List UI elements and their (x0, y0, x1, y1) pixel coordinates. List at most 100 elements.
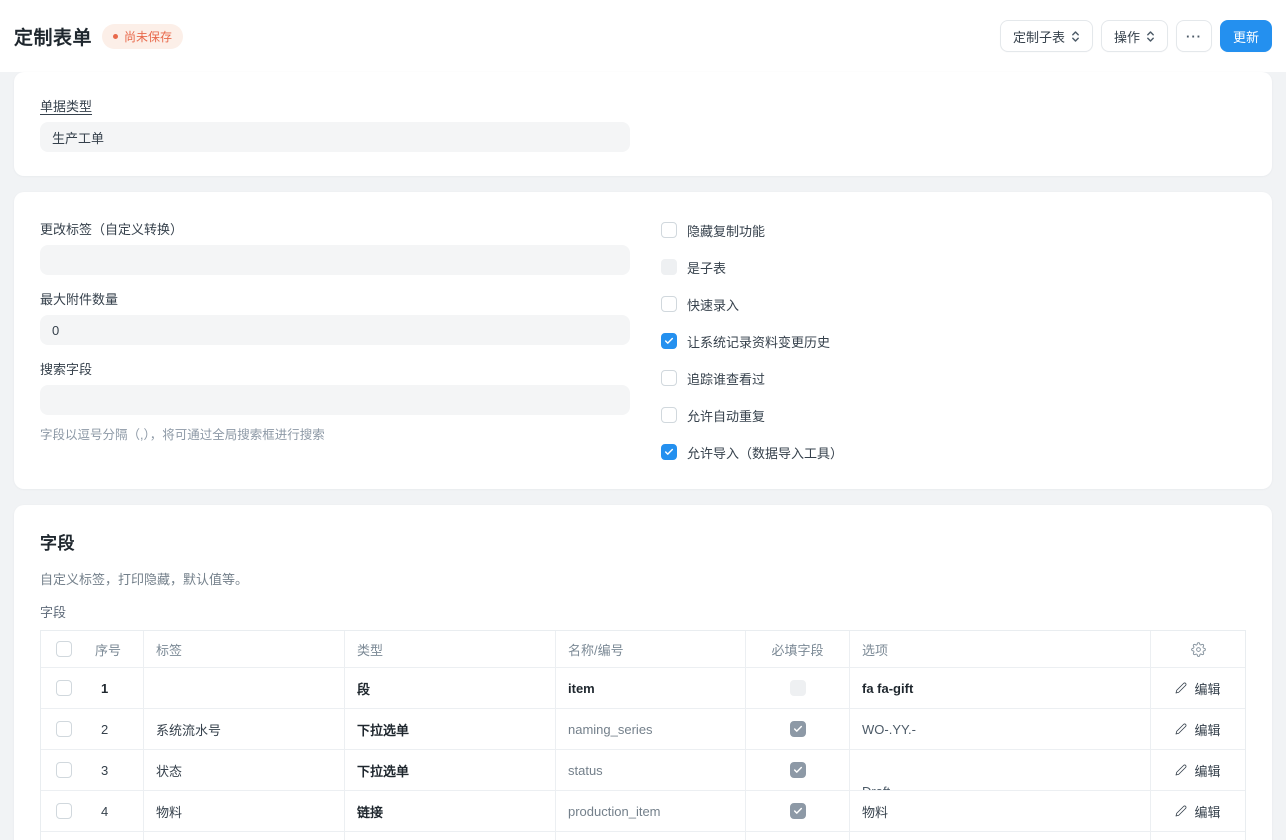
change-label-label: 更改标签（自定义转换） (40, 222, 184, 237)
table-settings-cell (1151, 631, 1245, 667)
row-checkbox[interactable] (56, 680, 72, 696)
table-header-row: 序号 标签 类型 名称/编号 必填字段 选项 (41, 631, 1245, 667)
table-row[interactable]: 2 系统流水号 下拉选单 naming_series WO-.YY.- 编辑 (41, 708, 1245, 749)
checkbox-label: 允许自动重复 (687, 408, 766, 424)
row-index: 3 (87, 750, 144, 790)
checkbox-label: 允许导入（数据导入工具） (687, 445, 844, 461)
field-type-cell: 数据 (345, 832, 556, 840)
checkbox-row-track-changes[interactable]: 让系统记录资料变更历史 (661, 331, 843, 351)
row-index: 2 (87, 709, 144, 749)
required-checkbox (789, 762, 806, 778)
row-checkbox[interactable] (56, 721, 72, 737)
ellipsis-icon: ··· (1185, 28, 1202, 44)
search-fields-input[interactable] (40, 385, 630, 415)
field-options-cell (850, 832, 1151, 840)
edit-row-button[interactable]: 编辑 (1175, 761, 1221, 780)
field-name-cell: item_name (556, 832, 746, 840)
column-header-no: 序号 (87, 631, 144, 667)
max-attachments-label: 最大附件数量 (40, 292, 119, 307)
fields-section-subtitle: 自定义标签，打印隐藏，默认值等。 (40, 572, 249, 587)
field-options-text: Draft (862, 784, 890, 790)
column-header-options: 选项 (850, 631, 1151, 667)
checkbox-icon[interactable] (661, 370, 677, 386)
field-name-cell: item (556, 668, 746, 708)
checkbox-row-quick-entry[interactable]: 快速录入 (661, 294, 843, 314)
chevron-up-down-icon (1146, 30, 1155, 43)
checkbox-row-allow-auto-repeat[interactable]: 允许自动重复 (661, 405, 843, 425)
table-row[interactable]: 4 物料 链接 production_item 物料 编辑 (41, 790, 1245, 831)
customize-child-table-button[interactable]: 定制子表 (999, 20, 1093, 52)
field-type-cell: 段 (345, 668, 556, 708)
checkbox-icon[interactable] (661, 296, 677, 312)
checkbox-icon[interactable] (661, 407, 677, 423)
pencil-icon (1175, 723, 1187, 735)
unsaved-status-badge: 尚未保存 (102, 23, 184, 49)
table-row[interactable]: 3 状态 下拉选单 status Draft 编辑 (41, 749, 1245, 790)
pencil-icon (1175, 764, 1187, 776)
checkbox-row-is-child-table[interactable]: 是子表 (661, 257, 843, 277)
field-type-cell: 下拉选单 (345, 750, 556, 790)
row-index: 4 (87, 791, 144, 831)
more-menu-button[interactable]: ··· (1175, 20, 1212, 52)
edit-row-button[interactable]: 编辑 (1175, 802, 1221, 821)
update-button[interactable]: 更新 (1219, 20, 1272, 52)
checkbox-row-track-views[interactable]: 追踪谁查看过 (661, 368, 843, 388)
checkbox-label: 追踪谁查看过 (687, 371, 766, 387)
change-label-input[interactable] (40, 245, 630, 275)
checkbox-label: 让系统记录资料变更历史 (687, 334, 831, 350)
checkbox-row-hide-copy[interactable]: 隐藏复制功能 (661, 220, 843, 240)
checkbox-icon[interactable] (661, 222, 677, 238)
edit-label: 编辑 (1194, 722, 1221, 738)
field-label-cell: 系统流水号 (144, 709, 345, 749)
actions-button[interactable]: 操作 (1100, 20, 1168, 52)
row-index: 1 (87, 668, 144, 708)
checkbox-row-allow-import[interactable]: 允许导入（数据导入工具） (661, 442, 843, 462)
edit-label: 编辑 (1194, 804, 1221, 820)
checkbox-icon[interactable] (661, 444, 677, 460)
max-attachments-input[interactable] (40, 315, 630, 345)
checkbox-label: 隐藏复制功能 (687, 223, 766, 239)
checkbox-icon[interactable] (661, 333, 677, 349)
doctype-card: 单据类型 (14, 72, 1272, 176)
required-checkbox (789, 680, 806, 696)
required-checkbox (789, 803, 806, 819)
required-checkbox (789, 721, 806, 737)
row-checkbox[interactable] (56, 762, 72, 778)
field-options-cell: Draft (850, 750, 1151, 790)
select-all-checkbox[interactable] (56, 641, 72, 657)
row-checkbox[interactable] (56, 803, 72, 819)
table-row[interactable]: 5 物料名称 数据 item_name 编辑 (41, 831, 1245, 840)
fields-table-label: 字段 (40, 605, 67, 620)
pencil-icon (1175, 682, 1187, 694)
checkbox-label: 快速录入 (687, 297, 740, 313)
doctype-label: 单据类型 (40, 99, 93, 114)
field-name-cell: production_item (556, 791, 746, 831)
update-label: 更新 (1232, 29, 1259, 45)
edit-label: 编辑 (1194, 681, 1221, 697)
field-options-cell: WO-.YY.- (850, 709, 1151, 749)
table-row[interactable]: 1 段 item fa fa-gift 编辑 (41, 667, 1245, 708)
field-options-cell: fa fa-gift (850, 668, 1151, 708)
actions-label: 操作 (1113, 29, 1140, 45)
fields-table: 序号 标签 类型 名称/编号 必填字段 选项 1 段 item fa fa-gi… (40, 630, 1246, 840)
gear-icon[interactable] (1190, 641, 1206, 657)
fields-card: 字段 自定义标签，打印隐藏，默认值等。 字段 序号 标签 类型 名称/编号 必填… (14, 505, 1272, 840)
field-label-cell: 物料名称 (144, 832, 345, 840)
checkbox-label: 是子表 (687, 260, 727, 276)
checkbox-icon[interactable] (661, 259, 677, 275)
edit-row-button[interactable]: 编辑 (1175, 720, 1221, 739)
edit-label: 编辑 (1194, 763, 1221, 779)
column-header-required: 必填字段 (746, 631, 850, 667)
edit-row-button[interactable]: 编辑 (1175, 679, 1221, 698)
field-label-cell: 状态 (144, 750, 345, 790)
row-index: 5 (87, 832, 144, 840)
column-header-label: 标签 (144, 631, 345, 667)
customize-child-table-label: 定制子表 (1012, 29, 1065, 45)
field-label-cell (144, 668, 345, 708)
search-fields-help: 字段以逗号分隔（,），将可通过全局搜索框进行搜索 (40, 428, 325, 442)
status-badge-label: 尚未保存 (124, 29, 173, 44)
pencil-icon (1175, 805, 1187, 817)
select-all-cell (41, 631, 87, 667)
doctype-input[interactable] (40, 122, 630, 152)
field-name-cell: status (556, 750, 746, 790)
